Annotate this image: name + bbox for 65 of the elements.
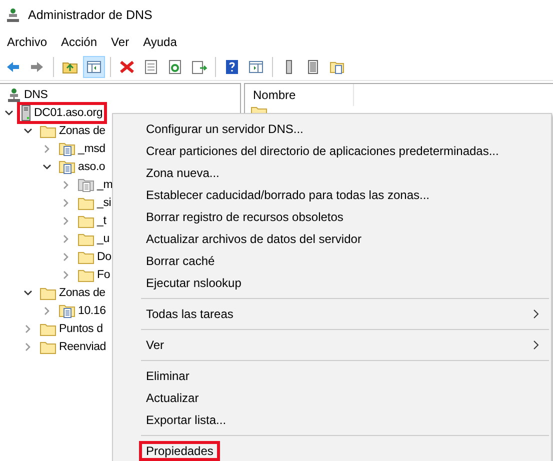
menu-item[interactable]: Ver (139, 334, 551, 356)
tree-item[interactable]: _si (74, 193, 116, 213)
menu-item[interactable]: Eliminar (139, 365, 551, 387)
tree-item[interactable]: Zonas de (36, 283, 110, 303)
folder-icon (78, 268, 94, 282)
menu-item[interactable]: Todas las tareas (139, 303, 551, 325)
menu-item[interactable]: Establecer caducidad/borrado para todas las zonas... (139, 184, 551, 206)
zone-icon (59, 160, 75, 174)
folder-icon (40, 340, 56, 354)
properties-icon (143, 59, 159, 75)
menu-item[interactable]: Propiedades (139, 440, 551, 461)
menu-item[interactable]: Ver (106, 35, 134, 49)
menu-item[interactable]: Exportar lista... (139, 409, 551, 431)
tree-item[interactable]: _u (74, 229, 114, 249)
console-tree-button[interactable] (83, 56, 105, 78)
tree-item[interactable]: Zonas de (36, 121, 110, 141)
tree-item[interactable]: _m (74, 174, 117, 196)
delete-icon (119, 59, 135, 75)
folder-icon (78, 250, 94, 264)
folder-icon (40, 322, 56, 336)
export-list-icon (191, 59, 207, 75)
back-arrow-icon (5, 59, 21, 75)
collapse-icon[interactable] (42, 162, 52, 172)
folder-icon (40, 124, 56, 138)
tree-item[interactable]: Reenviad (36, 337, 110, 357)
zone-icon (59, 304, 75, 318)
menu-item[interactable]: Borrar registro de recursos obsoletos (139, 206, 551, 228)
window-title: Administrador de DNS (28, 8, 152, 22)
zone-icon (59, 142, 75, 156)
help-icon (224, 59, 240, 75)
zone-icon (329, 59, 345, 75)
console-tree-icon (86, 59, 102, 75)
folder-icon (40, 286, 56, 300)
menu-item[interactable]: Zona nueva... (139, 162, 551, 184)
tree-item[interactable]: _msd (55, 138, 110, 160)
menu-item[interactable]: Actualizar (139, 387, 551, 409)
tree-item[interactable]: DC01.aso.org (17, 102, 107, 124)
tree-item[interactable]: Puntos d (36, 319, 107, 339)
tree-item[interactable]: 10.16 (55, 300, 110, 322)
menu-item[interactable]: Configurar un servidor DNS... (139, 118, 551, 140)
menu-item[interactable]: Ayuda (138, 35, 182, 49)
dns-server-icon (7, 88, 21, 102)
menu-item[interactable]: Acción (56, 35, 102, 49)
folder-icon (78, 232, 94, 246)
zone-icon (78, 178, 94, 192)
collapse-icon[interactable] (23, 288, 33, 298)
column-header[interactable]: Nombre (245, 84, 354, 106)
menu-item[interactable]: Actualizar archivos de datos del servidor (139, 228, 551, 250)
action-pane-icon (248, 59, 264, 75)
expand-icon[interactable] (42, 144, 52, 154)
tree-item[interactable]: _t (74, 211, 110, 231)
refresh-icon (167, 59, 183, 75)
menu-item[interactable]: Archivo (2, 35, 52, 49)
server-icon (21, 105, 31, 121)
folder-icon (78, 214, 94, 228)
tree-item[interactable]: Do (74, 247, 116, 267)
tree-item[interactable]: aso.o (55, 156, 110, 178)
menu-item[interactable]: Crear particiones del directorio de aplicaciones predeterminadas... (139, 140, 551, 162)
folder-icon (78, 196, 94, 210)
forward-arrow-icon (29, 59, 45, 75)
tree-item[interactable]: Fo (74, 265, 114, 285)
dns-server-icon (6, 8, 20, 22)
list-icon (305, 59, 321, 75)
menu-item[interactable]: Borrar caché (139, 250, 551, 272)
menu-item[interactable]: Ejecutar nslookup (139, 272, 551, 294)
